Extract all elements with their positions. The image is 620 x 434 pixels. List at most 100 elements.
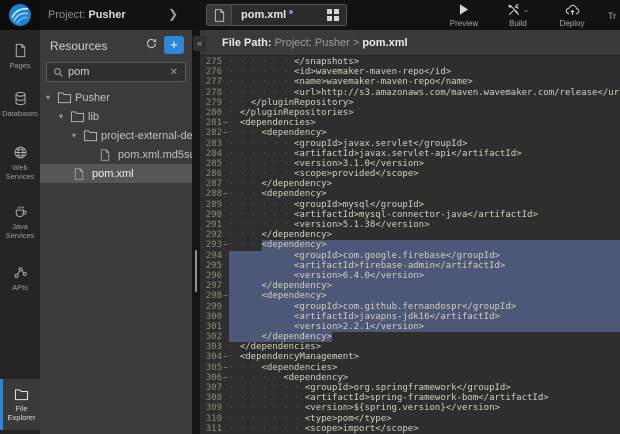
search-input[interactable]: pom bbox=[68, 66, 170, 78]
fold-gutter bbox=[222, 149, 229, 159]
code-line-307[interactable]: 307· · · · · · · <groupId>org.springfram… bbox=[200, 383, 620, 393]
panel-divider[interactable] bbox=[192, 30, 200, 434]
fold-gutter bbox=[222, 139, 229, 149]
code-line-295[interactable]: 295· · · · · · <artifactId>firebase-admi… bbox=[200, 261, 620, 271]
line-number: 303 bbox=[200, 342, 222, 352]
file-path-label: File Path: bbox=[222, 37, 272, 49]
fold-marker-icon[interactable]: − bbox=[222, 118, 229, 128]
code-line-300[interactable]: 300· · · · · · <artifactId>javapns-jdk16… bbox=[200, 312, 620, 322]
code-line-301[interactable]: 301· · · · · · <version>2.2.1</version> bbox=[200, 322, 620, 332]
fold-marker-icon[interactable]: − bbox=[222, 291, 229, 301]
code-line-297[interactable]: 297· · · </dependency> bbox=[200, 281, 620, 291]
wavemaker-logo[interactable] bbox=[0, 0, 40, 30]
code-line-308[interactable]: 308· · · · · · · <artifactId>spring-fram… bbox=[200, 393, 620, 403]
fold-marker-icon[interactable]: − bbox=[222, 240, 229, 250]
code-line-293[interactable]: 293−· · · <dependency> bbox=[200, 240, 620, 250]
code-text: <dependency> bbox=[262, 291, 327, 301]
code-line-276[interactable]: 276· · · · · · <id>wavemaker-maven-repo<… bbox=[200, 67, 620, 77]
file-path-file-name: pom.xml bbox=[362, 37, 407, 49]
code-line-291[interactable]: 291· · · · · · <version>5.1.38</version> bbox=[200, 220, 620, 230]
sidebar-item-pages[interactable]: Pages bbox=[0, 34, 40, 78]
code-line-279[interactable]: 279· · </pluginRepository> bbox=[200, 98, 620, 108]
caret-down-icon[interactable]: ▾ bbox=[72, 131, 83, 140]
tree-item-pom-xml[interactable]: pom.xml bbox=[40, 164, 192, 183]
code-text: <dependencies> bbox=[262, 363, 338, 373]
collapse-panel-icon[interactable]: « bbox=[193, 36, 206, 51]
code-line-277[interactable]: 277· · · · · · <name>wavemaker-maven-rep… bbox=[200, 77, 620, 87]
resources-search[interactable]: pom ✕ bbox=[46, 62, 186, 82]
code-area[interactable]: 275· · · · · · </snapshots>276· · · · · … bbox=[200, 57, 620, 434]
tree-item-lib[interactable]: ▾lib bbox=[40, 107, 192, 126]
code-line-292[interactable]: 292· · · </dependency> bbox=[200, 230, 620, 240]
code-line-288[interactable]: 288−· · · <dependency> bbox=[200, 189, 620, 199]
indent-whitespace: · · · bbox=[229, 240, 262, 250]
code-text: <dependencyManagement> bbox=[240, 352, 359, 362]
code-text: </dependency> bbox=[262, 230, 332, 240]
sidebar-item-file-explorer[interactable]: FileExplorer bbox=[0, 379, 40, 430]
tree-item-pusher[interactable]: ▾Pusher bbox=[40, 88, 192, 107]
line-number: 281 bbox=[200, 118, 222, 128]
code-line-281[interactable]: 281−· <dependencies> bbox=[200, 118, 620, 128]
fold-gutter bbox=[222, 312, 229, 322]
fold-marker-icon[interactable]: − bbox=[222, 128, 229, 138]
code-line-286[interactable]: 286· · · · · · <scope>provided</scope> bbox=[200, 169, 620, 179]
line-number: 296 bbox=[200, 271, 222, 281]
code-line-303[interactable]: 303· </dependencies> bbox=[200, 342, 620, 352]
code-line-280[interactable]: 280 · </pluginRepositories> bbox=[200, 108, 620, 118]
refresh-icon[interactable] bbox=[145, 37, 158, 50]
line-number: 284 bbox=[200, 149, 222, 159]
add-resource-button[interactable]: + bbox=[164, 36, 184, 54]
sidebar-item-apis[interactable]: APIs bbox=[0, 256, 40, 300]
tree-item-project-external-dependencies[interactable]: ▾project-external-dependencies bbox=[40, 126, 192, 145]
code-line-298[interactable]: 298−· · · <dependency> bbox=[200, 291, 620, 301]
code-line-285[interactable]: 285· · · · · · <version>3.1.0</version> bbox=[200, 159, 620, 169]
code-line-302[interactable]: 302· · · </dependency> bbox=[200, 332, 620, 342]
pages-icon bbox=[13, 43, 28, 58]
split-view-icon[interactable] bbox=[327, 9, 339, 21]
sidebar-item-java-services[interactable]: JavaServices bbox=[0, 195, 40, 248]
code-line-311[interactable]: 311· · · · · · · <scope>import</scope> bbox=[200, 424, 620, 434]
fold-marker-icon[interactable]: − bbox=[222, 373, 229, 383]
preview-button[interactable]: Preview bbox=[444, 2, 484, 28]
code-line-278[interactable]: 278· · · · · · <url>http://s3.amazonaws.… bbox=[200, 88, 620, 98]
open-file-tab[interactable]: pom.xml bbox=[206, 4, 347, 26]
divider-drag-handle[interactable] bbox=[195, 250, 197, 292]
code-text: <version>2.2.1</version> bbox=[294, 322, 424, 332]
line-number: 280 bbox=[200, 108, 222, 118]
fold-marker-icon[interactable]: − bbox=[222, 189, 229, 199]
code-line-299[interactable]: 299· · · · · · <groupId>com.github.ferna… bbox=[200, 302, 620, 312]
action-label: Deploy bbox=[560, 19, 585, 28]
code-line-306[interactable]: 306−· · · · · <dependency> bbox=[200, 373, 620, 383]
sidebar-item-databases[interactable]: Databases bbox=[0, 82, 40, 126]
code-line-289[interactable]: 289· · · · · · <groupId>mysql</groupId> bbox=[200, 200, 620, 210]
code-line-305[interactable]: 305−· · · <dependencies> bbox=[200, 363, 620, 373]
indent-whitespace: · · · · · · bbox=[229, 200, 294, 210]
code-line-310[interactable]: 310· · · · · · · <type>pom</type> bbox=[200, 414, 620, 424]
fold-marker-icon[interactable]: − bbox=[222, 363, 229, 373]
code-line-275[interactable]: 275· · · · · · </snapshots> bbox=[200, 57, 620, 67]
code-line-282[interactable]: 282−· · · <dependency> bbox=[200, 128, 620, 138]
tree-item-pom-xml-md5sum[interactable]: pom.xml.md5sum bbox=[40, 145, 192, 164]
code-line-287[interactable]: 287· · · </dependency> bbox=[200, 179, 620, 189]
play-icon bbox=[458, 2, 470, 17]
caret-down-icon[interactable]: ▾ bbox=[59, 112, 70, 121]
code-line-284[interactable]: 284· · · · · · <artifactId>javax.servlet… bbox=[200, 149, 620, 159]
sidebar-item-web-services[interactable]: WebServices bbox=[0, 136, 40, 189]
code-line-283[interactable]: 283· · · · · · <groupId>javax.servlet</g… bbox=[200, 139, 620, 149]
code-text: <version>3.1.0</version> bbox=[294, 159, 424, 169]
clear-search-icon[interactable]: ✕ bbox=[170, 67, 178, 78]
build-button[interactable]: ⌄Build bbox=[498, 2, 538, 28]
caret-down-icon[interactable]: ▾ bbox=[46, 93, 57, 102]
code-text: </pluginRepositories> bbox=[240, 108, 354, 118]
sidebar-item-label: JavaServices bbox=[6, 222, 35, 240]
deploy-button[interactable]: Deploy bbox=[552, 2, 592, 28]
indent-whitespace: · bbox=[229, 108, 240, 118]
code-line-296[interactable]: 296· · · · · · <version>6.4.0</version> bbox=[200, 271, 620, 281]
code-line-304[interactable]: 304−· <dependencyManagement> bbox=[200, 352, 620, 362]
globe-icon bbox=[13, 145, 28, 160]
code-line-309[interactable]: 309· · · · · · · <version>${spring.versi… bbox=[200, 403, 620, 413]
code-line-294[interactable]: 294· · · · · · <groupId>com.google.fireb… bbox=[200, 251, 620, 261]
code-line-290[interactable]: 290· · · · · · <artifactId>mysql-connect… bbox=[200, 210, 620, 220]
indent-whitespace: · · · bbox=[229, 189, 262, 199]
fold-marker-icon[interactable]: − bbox=[222, 352, 229, 362]
